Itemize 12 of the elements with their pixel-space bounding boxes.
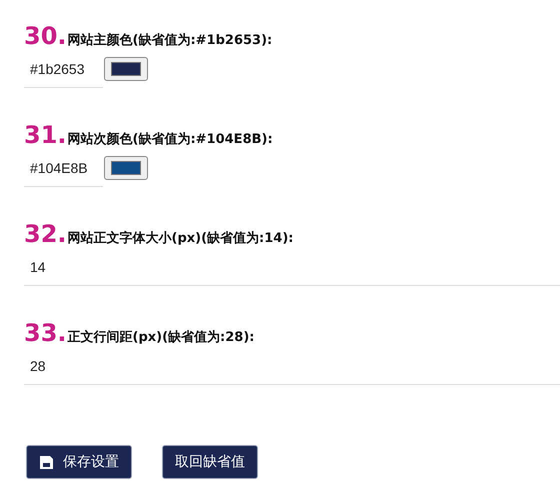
- setting-label: 网站正文字体大小(px)(缺省值为:14):: [68, 230, 294, 247]
- item-number: 32.: [24, 220, 67, 248]
- color-picker-button[interactable]: [104, 156, 148, 180]
- color-picker-button[interactable]: [104, 57, 148, 81]
- setting-label: 正文行间距(px)(缺省值为:28):: [68, 328, 254, 346]
- setting-label: 网站次颜色(缺省值为:#104E8B):: [68, 130, 273, 148]
- restore-defaults-button[interactable]: 取回缺省值: [162, 445, 258, 479]
- item-number: 33.: [24, 319, 67, 347]
- item-number: 30.: [24, 22, 67, 50]
- setting-label: 网站主颜色(缺省值为:#1b2653):: [68, 32, 272, 49]
- save-button[interactable]: 保存设置: [26, 445, 132, 479]
- item-number: 31.: [24, 121, 67, 149]
